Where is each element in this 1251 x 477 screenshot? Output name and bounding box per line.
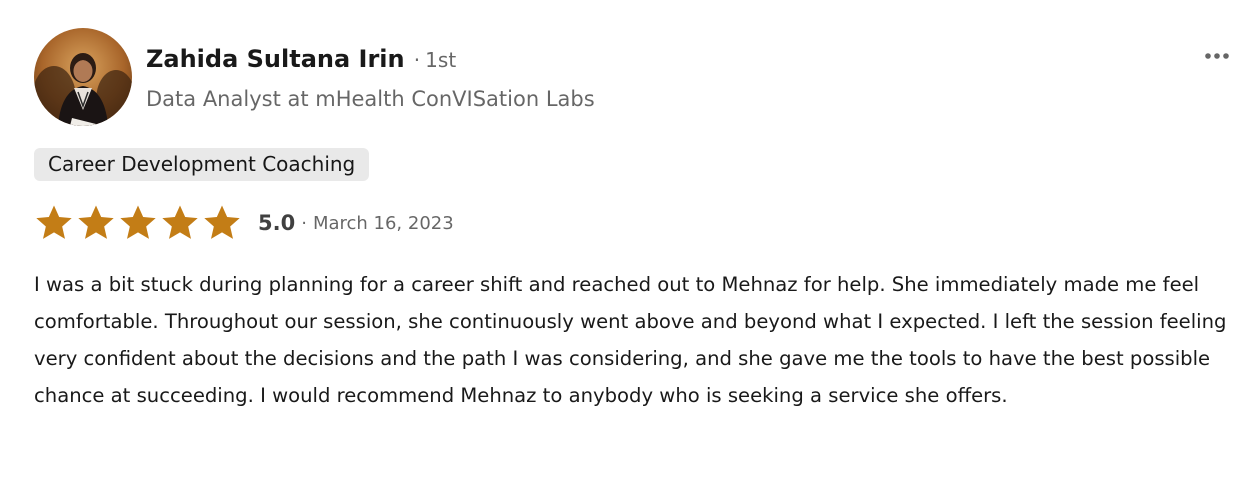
star-icon (78, 205, 114, 239)
reviewer-name[interactable]: Zahida Sultana Irin (146, 45, 405, 73)
review-card: Zahida Sultana Irin · 1st Data Analyst a… (0, 0, 1251, 477)
star-rating (34, 203, 242, 243)
service-tag: Career Development Coaching (34, 148, 370, 181)
review-date: March 16, 2023 (312, 212, 454, 234)
more-horizontal-icon (1205, 53, 1229, 59)
reviewer-name-line: Zahida Sultana Irin · 1st (146, 44, 456, 77)
profile-photo-icon (34, 28, 132, 126)
star-icon (120, 205, 156, 239)
review-text: I was a bit stuck during planning for a … (34, 273, 1227, 407)
avatar[interactable] (34, 28, 132, 126)
star-icon (162, 205, 198, 239)
rating-score: 5.0 (258, 211, 296, 235)
reviewer-headline: Data Analyst at mHealth ConVISation Labs (146, 87, 595, 111)
star-icon (36, 205, 72, 239)
connection-degree: 1st (425, 48, 457, 72)
star-icon (204, 205, 240, 239)
degree-separator: · (413, 48, 421, 72)
more-options-button[interactable] (1195, 40, 1239, 72)
rating-separator: · (301, 212, 307, 234)
rating-row: 5.0 · March 16, 2023 (34, 203, 454, 243)
